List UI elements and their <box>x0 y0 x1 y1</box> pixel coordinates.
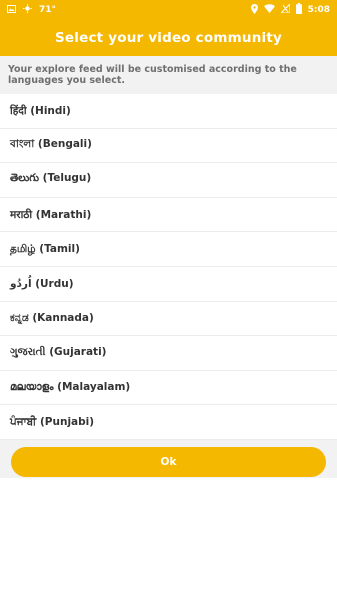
location-icon <box>250 3 258 17</box>
language-item-bengali[interactable]: বাংলা (Bengali) <box>0 129 337 164</box>
language-label: हिंदी (Hindi) <box>10 104 71 117</box>
ok-button[interactable]: Ok <box>11 447 326 477</box>
language-item-telugu[interactable]: తెలుగు (Telugu) <box>0 163 337 198</box>
page-title: Select your video community <box>55 29 282 46</box>
language-label: বাংলা (Bengali) <box>10 137 92 150</box>
no-signal-icon <box>279 2 291 16</box>
language-item-urdu[interactable]: اُردُو (Urdu) <box>0 267 337 302</box>
battery-icon <box>295 3 302 17</box>
language-label: ਪੰਜਾਬੀ (Punjabi) <box>10 415 95 428</box>
language-label: తెలుగు (Telugu) <box>10 172 92 185</box>
language-item-marathi[interactable]: मराठी (Marathi) <box>0 198 337 233</box>
language-item-kannada[interactable]: ಕನ್ನಡ (Kannada) <box>0 302 337 337</box>
language-list: हिंदी (Hindi) বাংলা (Bengali) తెలుగు (Te… <box>0 94 337 440</box>
info-text: Your explore feed will be customised acc… <box>8 64 297 86</box>
ok-button-label: Ok <box>160 456 177 468</box>
status-bar: 71° 5:08 <box>0 0 337 19</box>
language-item-gujarati[interactable]: ગુજરાતી (Gujarati) <box>0 336 337 371</box>
info-banner: Your explore feed will be customised acc… <box>0 56 337 94</box>
language-item-tamil[interactable]: தமிழ் (Tamil) <box>0 232 337 267</box>
language-label: ગુજરાતી (Gujarati) <box>10 346 107 359</box>
language-item-hindi[interactable]: हिंदी (Hindi) <box>0 94 337 129</box>
language-item-malayalam[interactable]: മലയാളം (Malayalam) <box>0 371 337 406</box>
sun-icon <box>23 4 32 16</box>
clock-text: 5:08 <box>307 5 330 15</box>
wifi-icon <box>263 4 275 16</box>
language-label: தமிழ் (Tamil) <box>10 242 80 255</box>
language-label: മലയാളം (Malayalam) <box>10 381 131 394</box>
language-label: मराठी (Marathi) <box>10 208 92 221</box>
language-label: اُردُو (Urdu) <box>10 277 74 290</box>
photo-icon <box>7 4 16 16</box>
language-item-punjabi[interactable]: ਪੰਜਾਬੀ (Punjabi) <box>0 405 337 440</box>
temperature-text: 71° <box>39 5 57 15</box>
header: Select your video community <box>0 19 337 56</box>
language-selection-screen: 71° 5:08 Select your video community You… <box>0 0 337 600</box>
language-label: ಕನ್ನಡ (Kannada) <box>10 311 94 324</box>
